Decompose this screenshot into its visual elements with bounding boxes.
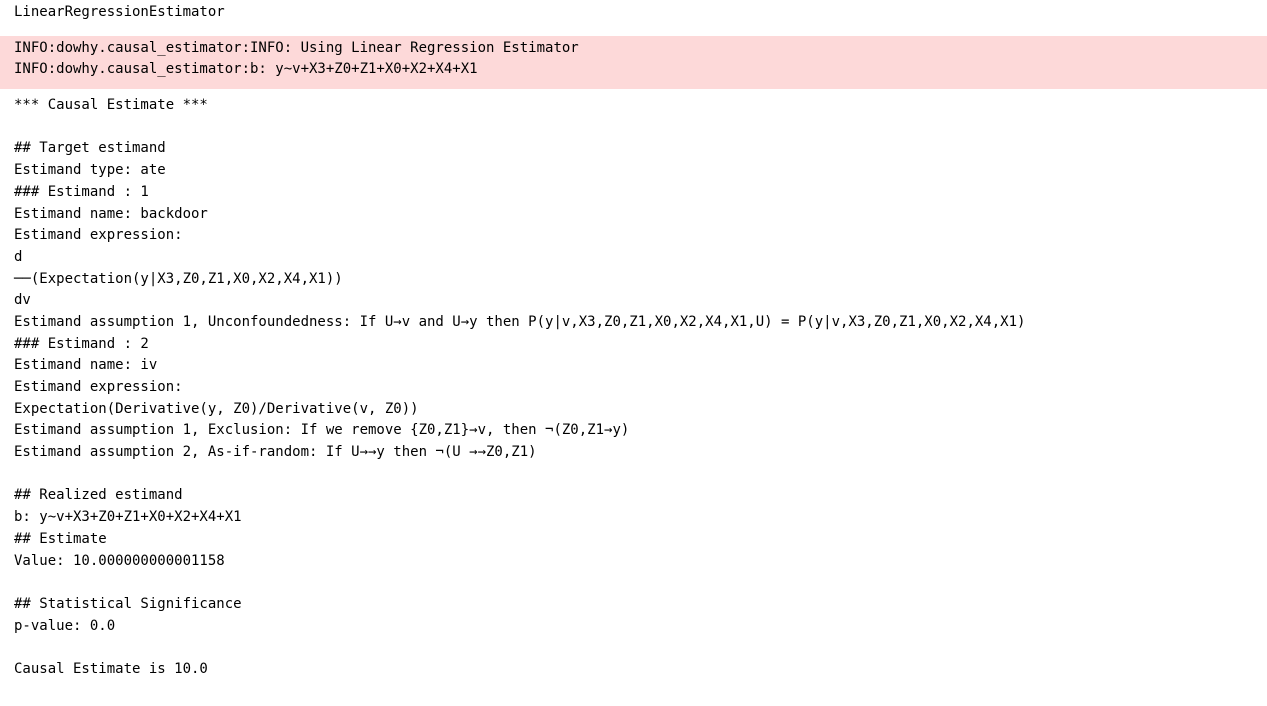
- stderr-output: INFO:dowhy.causal_estimator:INFO: Using …: [0, 36, 1267, 89]
- stdout-header: LinearRegressionEstimator: [0, 0, 1267, 32]
- stdout-body: *** Causal Estimate *** ## Target estima…: [0, 93, 1267, 689]
